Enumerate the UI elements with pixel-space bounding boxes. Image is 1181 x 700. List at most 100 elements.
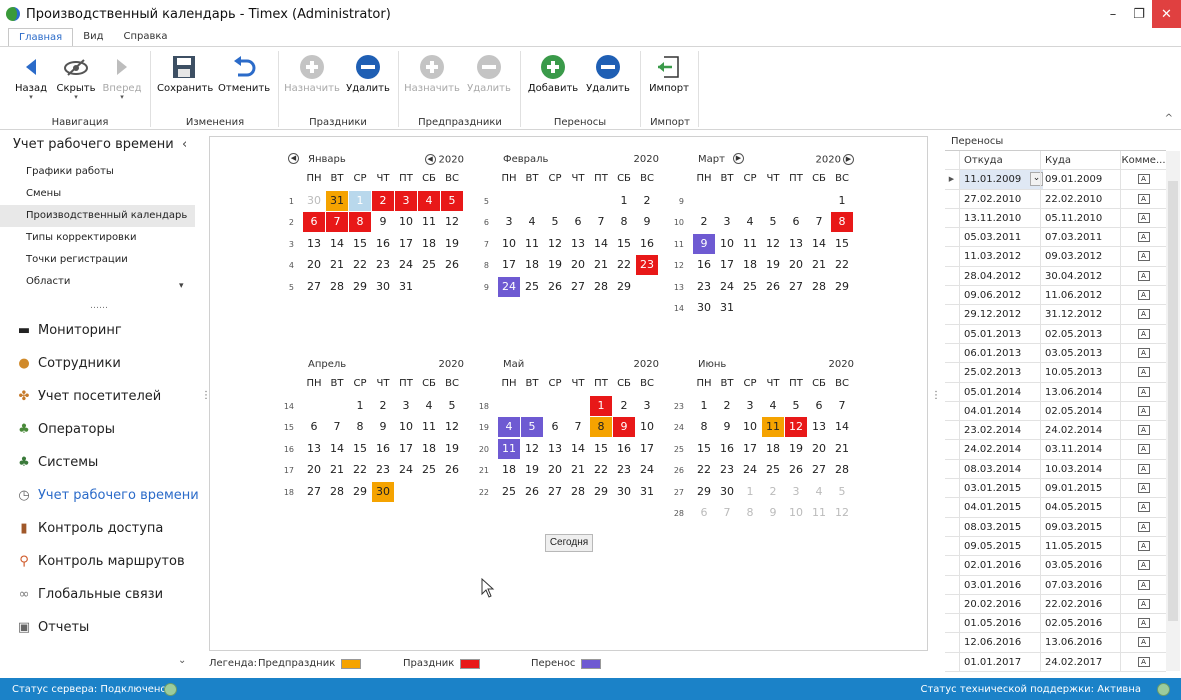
table-row[interactable]: 03.01.2016 07.03.2016 A — [945, 575, 1166, 595]
calendar-day[interactable]: 11 — [521, 234, 543, 254]
calendar-day[interactable]: 8 — [349, 212, 371, 233]
calendar-day[interactable]: 18 — [762, 439, 784, 459]
calendar-day[interactable]: 9 — [372, 212, 394, 232]
table-row[interactable]: 09.06.2012 11.06.2012 A — [945, 286, 1166, 306]
splitter-grip[interactable]: …… — [90, 301, 108, 311]
calendar-day[interactable]: 9 — [716, 417, 738, 437]
calendar-day[interactable]: 18 — [498, 460, 520, 480]
back-button[interactable]: Назад ▾ — [14, 51, 48, 101]
cell-comment[interactable]: A — [1120, 228, 1166, 247]
table-row[interactable]: 08.03.2014 10.03.2014 A — [945, 459, 1166, 480]
table-row[interactable]: 03.01.2015 09.01.2015 A — [945, 479, 1166, 499]
right-splitter-grip[interactable]: ⋮ — [931, 390, 941, 401]
calendar-day[interactable]: 9 — [372, 417, 394, 437]
calendar-day[interactable]: 29 — [613, 277, 635, 297]
comment-icon[interactable]: A — [1137, 367, 1150, 378]
table-row[interactable]: 28.04.2012 30.04.2012 A — [945, 266, 1166, 287]
comment-icon[interactable]: A — [1137, 598, 1150, 609]
cell-from[interactable]: 06.01.2013 — [959, 343, 1043, 363]
cell-from[interactable]: 04.01.2015 — [959, 498, 1043, 517]
cell-from[interactable]: 09.06.2012 — [959, 286, 1043, 305]
comment-icon[interactable]: A — [1137, 232, 1150, 243]
prev-month-icon[interactable]: ◀ — [288, 153, 299, 164]
cell-to[interactable]: 05.11.2010 — [1040, 208, 1120, 228]
comment-icon[interactable]: A — [1137, 637, 1150, 648]
comment-icon[interactable]: A — [1137, 560, 1150, 571]
calendar-day[interactable]: 17 — [395, 439, 417, 459]
cell-comment[interactable]: A — [1120, 305, 1166, 324]
calendar-day[interactable]: 14 — [831, 417, 853, 437]
cell-comment[interactable]: A — [1120, 208, 1166, 228]
nav-employees[interactable]: ● Сотрудники — [0, 347, 205, 380]
sub-item-shifts[interactable]: Смены — [0, 183, 195, 205]
calendar-day[interactable]: 31 — [395, 277, 417, 297]
calendar-day[interactable]: 26 — [441, 255, 463, 275]
calendar-day[interactable]: 1 — [693, 396, 715, 416]
calendar-day[interactable]: 27 — [808, 460, 830, 480]
cell-from[interactable]: 27.02.2010 — [959, 189, 1043, 208]
calendar-day[interactable]: 8 — [739, 503, 761, 523]
holiday-assign-button[interactable]: Назначить — [284, 51, 340, 94]
save-button[interactable]: Сохранить — [157, 51, 213, 94]
forward-button[interactable]: Вперед ▾ — [102, 51, 142, 101]
comment-icon[interactable]: A — [1137, 251, 1150, 262]
calendar-day[interactable]: 30 — [613, 482, 635, 502]
cell-comment[interactable]: A — [1120, 324, 1166, 343]
cell-from[interactable]: 11.03.2012 — [959, 247, 1043, 266]
calendar-day[interactable]: 5 — [785, 396, 807, 416]
comment-icon[interactable]: A — [1137, 309, 1150, 320]
cell-from[interactable]: 28.04.2012 — [959, 266, 1043, 286]
cell-from[interactable]: 05.01.2014 — [959, 382, 1043, 401]
calendar-day[interactable]: 11 — [418, 212, 440, 232]
table-row[interactable]: 02.01.2016 03.05.2016 A — [945, 556, 1166, 576]
nav-access-control[interactable]: ▮ Контроль доступа — [0, 512, 205, 545]
calendar-day[interactable]: 21 — [567, 460, 589, 480]
calendar-day[interactable]: 23 — [372, 255, 394, 275]
calendar-day[interactable]: 20 — [303, 255, 325, 275]
calendar-day[interactable]: 19 — [544, 255, 566, 275]
cell-comment[interactable]: A — [1120, 517, 1166, 536]
calendar-day[interactable]: 29 — [590, 482, 612, 502]
comment-icon[interactable]: A — [1137, 386, 1150, 397]
calendar-day[interactable]: 12 — [544, 234, 566, 254]
calendar-day[interactable]: 7 — [716, 503, 738, 523]
calendar-day[interactable]: 22 — [693, 460, 715, 480]
calendar-day[interactable]: 25 — [521, 277, 543, 297]
calendar-day[interactable]: 4 — [808, 482, 830, 502]
calendar-day[interactable]: 2 — [372, 191, 394, 211]
calendar-day[interactable]: 23 — [693, 277, 715, 297]
calendar-day[interactable]: 16 — [693, 255, 715, 275]
cell-comment[interactable]: A — [1120, 266, 1166, 286]
calendar-day[interactable]: 15 — [613, 234, 635, 254]
comment-icon[interactable]: A — [1137, 444, 1150, 455]
calendar-day[interactable]: 13 — [303, 234, 325, 254]
cell-comment[interactable]: A — [1120, 170, 1166, 189]
calendar-day[interactable]: 4 — [418, 191, 440, 211]
comment-icon[interactable]: A — [1137, 425, 1150, 436]
calendar-day[interactable]: 13 — [567, 234, 589, 254]
calendar-day[interactable]: 23 — [372, 460, 394, 480]
calendar-day[interactable]: 21 — [808, 255, 830, 275]
cell-to[interactable]: 11.05.2015 — [1040, 536, 1120, 556]
calendar-day[interactable]: 3 — [785, 482, 807, 502]
cell-to[interactable]: 02.05.2013 — [1040, 324, 1120, 343]
cell-comment[interactable]: A — [1120, 382, 1166, 401]
nav-monitoring[interactable]: ▬ Мониторинг — [0, 314, 205, 347]
calendar-day[interactable]: 26 — [762, 277, 784, 297]
cell-comment[interactable]: A — [1120, 594, 1166, 614]
cell-comment[interactable]: A — [1120, 401, 1166, 421]
calendar-day[interactable]: 14 — [590, 234, 612, 254]
calendar-day[interactable]: 1 — [831, 191, 853, 211]
nav-global-links[interactable]: ∞ Глобальные связи — [0, 578, 205, 611]
calendar-day[interactable]: 11 — [808, 503, 830, 523]
calendar-day[interactable]: 11 — [762, 417, 784, 438]
calendar-day[interactable]: 23 — [613, 460, 635, 480]
cell-from[interactable]: 05.03.2011 — [959, 228, 1043, 247]
calendar-day[interactable]: 8 — [349, 417, 371, 437]
cell-comment[interactable]: A — [1120, 189, 1166, 208]
comment-icon[interactable]: A — [1137, 540, 1150, 551]
cell-to[interactable]: 09.01.2009 — [1040, 170, 1120, 189]
calendar-day[interactable]: 4 — [418, 396, 440, 416]
tab-help[interactable]: Справка — [113, 28, 177, 46]
collapse-panel-icon[interactable]: ‹ — [182, 137, 187, 152]
